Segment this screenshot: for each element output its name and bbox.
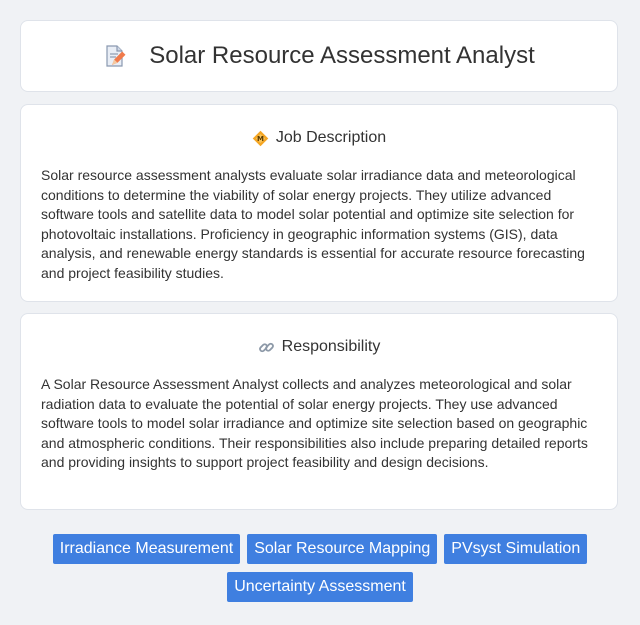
responsibility-card: Responsibility A Solar Resource Assessme… (20, 313, 618, 510)
job-description-card: M Job Description Solar resource assessm… (20, 104, 618, 302)
title-card: Solar Resource Assessment Analyst (20, 20, 618, 92)
job-description-title: Job Description (275, 129, 387, 146)
document-pencil-icon (103, 44, 127, 68)
page-title: Solar Resource Assessment Analyst (149, 42, 535, 69)
tag-uncertainty-assessment[interactable]: Uncertainty Assessment (227, 572, 413, 602)
tag-pvsyst-simulation[interactable]: PVsyst Simulation (444, 534, 588, 564)
skill-tags: Irradiance Measurement Solar Resource Ma… (0, 534, 640, 602)
responsibility-title: Responsibility (281, 338, 381, 355)
responsibility-header: Responsibility (41, 336, 597, 358)
tag-solar-resource-mapping[interactable]: Solar Resource Mapping (247, 534, 438, 564)
link-icon (258, 339, 275, 356)
tag-irradiance-measurement[interactable]: Irradiance Measurement (52, 534, 241, 564)
responsibility-text: A Solar Resource Assessment Analyst coll… (41, 376, 588, 470)
job-description-text: Solar resource assessment analysts evalu… (41, 167, 585, 281)
job-description-header: M Job Description (41, 127, 597, 149)
diamond-badge-icon: M (252, 130, 269, 147)
svg-text:M: M (257, 135, 264, 143)
